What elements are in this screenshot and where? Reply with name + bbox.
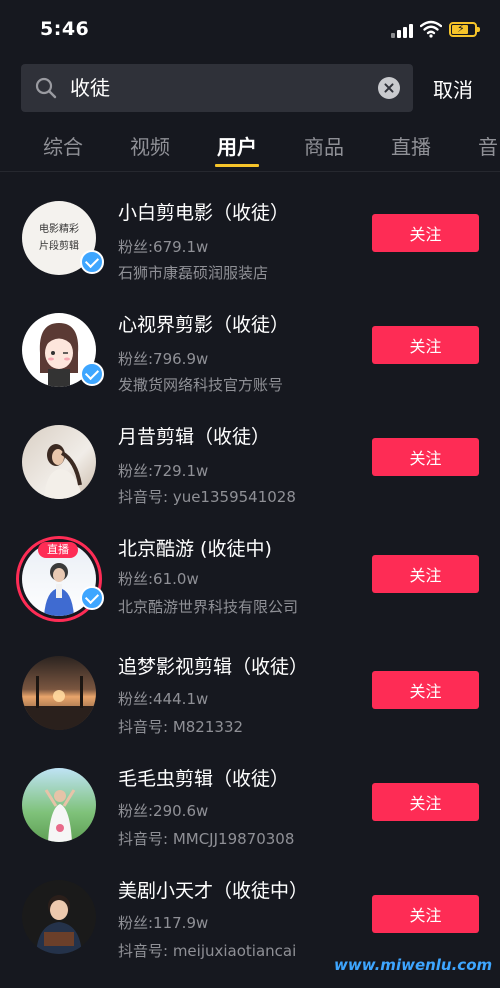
user-description: 抖音号: yue1359541028 bbox=[118, 488, 296, 506]
watermark: www.miwenlu.com bbox=[334, 956, 493, 974]
fans-count: 粉丝:61.0w bbox=[118, 570, 199, 588]
user-name[interactable]: 毛毛虫剪辑（收徒） bbox=[118, 764, 289, 791]
user-name[interactable]: 北京酷游 (收徒中) bbox=[118, 534, 272, 561]
user-name[interactable]: 小白剪电影（收徒） bbox=[118, 198, 289, 225]
fans-count: 粉丝:729.1w bbox=[118, 462, 209, 480]
cellular-signal-icon bbox=[391, 24, 415, 38]
user-list-item[interactable]: 直播 北京酷游 (收徒中) 粉丝:61.0w 北京酷游世界科技有限公司 关注 bbox=[0, 526, 500, 650]
user-name[interactable]: 美剧小天才（收徒中） bbox=[118, 876, 308, 903]
tab-live[interactable]: 直播 bbox=[391, 130, 431, 164]
user-description: 抖音号: meijuxiaotiancai bbox=[118, 942, 297, 960]
user-description: 抖音号: MMCJJ19870308 bbox=[118, 830, 295, 848]
avatar[interactable] bbox=[22, 880, 96, 954]
user-list-item[interactable]: 电影精彩 片段剪辑 小白剪电影（收徒） 粉丝:679.1w 石狮市康磊硕润服装店… bbox=[0, 190, 500, 302]
avatar-text-line2: 片段剪辑 bbox=[39, 239, 79, 252]
tab-products[interactable]: 商品 bbox=[304, 130, 344, 164]
avatar[interactable] bbox=[22, 768, 96, 842]
verified-badge-icon bbox=[80, 586, 104, 610]
user-name[interactable]: 心视界剪影（收徒） bbox=[118, 310, 289, 337]
fans-count: 粉丝:444.1w bbox=[118, 690, 209, 708]
divider bbox=[0, 171, 500, 172]
verified-badge-icon bbox=[80, 362, 104, 386]
clear-search-icon[interactable] bbox=[378, 77, 400, 99]
follow-button[interactable]: 关注 bbox=[372, 783, 479, 821]
tab-comprehensive[interactable]: 综合 bbox=[43, 130, 83, 164]
user-description: 发撒货网络科技官方账号 bbox=[118, 376, 284, 394]
fans-count: 粉丝:290.6w bbox=[118, 802, 209, 820]
tab-videos[interactable]: 视频 bbox=[130, 130, 170, 164]
follow-button[interactable]: 关注 bbox=[372, 326, 479, 364]
user-list-item[interactable]: 月昔剪辑（收徒） 粉丝:729.1w 抖音号: yue1359541028 关注 bbox=[0, 414, 500, 526]
avatar[interactable] bbox=[22, 656, 96, 730]
user-list-item[interactable]: 心视界剪影（收徒） 粉丝:796.9w 发撒货网络科技官方账号 关注 bbox=[0, 302, 500, 414]
user-list-item[interactable]: 毛毛虫剪辑（收徒） 粉丝:290.6w 抖音号: MMCJJ19870308 关… bbox=[0, 764, 500, 876]
live-badge: 直播 bbox=[38, 542, 78, 558]
fans-count: 粉丝:796.9w bbox=[118, 350, 209, 368]
user-list-item[interactable]: 追梦影视剪辑（收徒） 粉丝:444.1w 抖音号: M821332 关注 bbox=[0, 652, 500, 764]
avatar-text-line1: 电影精彩 bbox=[39, 222, 79, 235]
status-time: 5:46 bbox=[40, 18, 90, 40]
follow-button[interactable]: 关注 bbox=[372, 555, 479, 593]
battery-icon: ⚡ bbox=[449, 22, 480, 37]
user-description: 北京酷游世界科技有限公司 bbox=[118, 598, 299, 616]
search-bar[interactable]: 收徒 bbox=[21, 64, 413, 112]
active-tab-indicator bbox=[215, 164, 259, 167]
tab-users[interactable]: 用户 bbox=[217, 130, 257, 164]
user-description: 抖音号: M821332 bbox=[118, 718, 244, 736]
fans-count: 粉丝:679.1w bbox=[118, 238, 209, 256]
tab-music[interactable]: 音 bbox=[478, 130, 498, 164]
verified-badge-icon bbox=[80, 250, 104, 274]
status-bar: 5:46 ⚡ bbox=[0, 0, 500, 58]
wifi-icon bbox=[420, 20, 442, 38]
user-name[interactable]: 月昔剪辑（收徒） bbox=[118, 422, 270, 449]
follow-button[interactable]: 关注 bbox=[372, 895, 479, 933]
avatar[interactable] bbox=[22, 425, 96, 499]
cancel-button[interactable]: 取消 bbox=[433, 74, 473, 103]
user-name[interactable]: 追梦影视剪辑（收徒） bbox=[118, 652, 308, 679]
follow-button[interactable]: 关注 bbox=[372, 214, 479, 252]
search-input[interactable]: 收徒 bbox=[70, 74, 110, 102]
follow-button[interactable]: 关注 bbox=[372, 438, 479, 476]
search-icon bbox=[35, 77, 57, 99]
follow-button[interactable]: 关注 bbox=[372, 671, 479, 709]
user-description: 石狮市康磊硕润服装店 bbox=[118, 264, 269, 282]
fans-count: 粉丝:117.9w bbox=[118, 914, 209, 932]
